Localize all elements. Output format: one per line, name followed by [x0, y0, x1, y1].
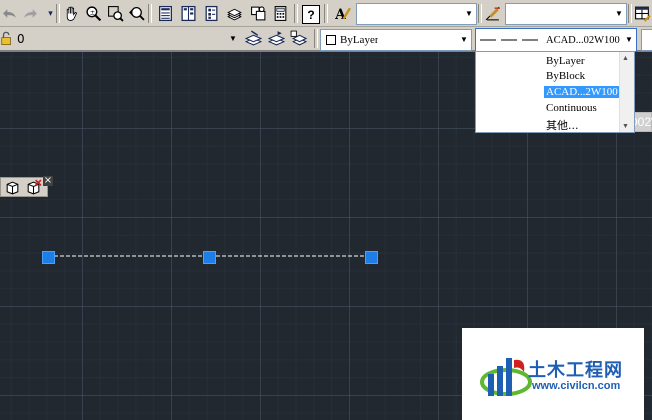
dropdown-item-other[interactable]: 其他...: [476, 116, 621, 132]
properties-toolbar: 0 ▼ ByLayer ▼ ACAD...02W100 ▼: [0, 27, 652, 52]
layer-states-icon[interactable]: [288, 28, 309, 49]
box-3d-icon[interactable]: [4, 179, 21, 196]
svg-text:±: ±: [90, 9, 95, 17]
watermark-title: 土木工程网: [528, 360, 623, 381]
separator: [56, 4, 60, 23]
zoom-previous-icon[interactable]: [126, 3, 147, 24]
scroll-down-icon[interactable]: ▼: [622, 122, 629, 130]
separator: [148, 4, 152, 23]
undo-icon[interactable]: [0, 3, 21, 24]
standard-toolbar: ▾ ± ? A ▼ ▼: [0, 0, 652, 27]
color-select[interactable]: ByLayer ▼: [320, 29, 472, 51]
dropdown-item-continuous[interactable]: Continuous: [476, 101, 621, 116]
watermark-url: www.civilcn.com: [532, 380, 621, 392]
dropdown-scrollbar[interactable]: ▲ ▼: [619, 52, 634, 132]
grip-end[interactable]: [365, 251, 378, 264]
floating-toolbar: ×: [0, 176, 53, 197]
zoom-realtime-icon[interactable]: ±: [83, 3, 104, 24]
chevron-down-icon: ▼: [462, 4, 476, 22]
layer-previous-icon[interactable]: [266, 28, 287, 49]
help-button[interactable]: ?: [302, 5, 320, 24]
site-watermark: 土木工程网 www.civilcn.com: [462, 328, 644, 420]
make-layer-current-icon[interactable]: [243, 28, 264, 49]
dashed-line-preview: [480, 39, 542, 41]
linetype-select[interactable]: ACAD...02W100 ▼: [475, 28, 637, 52]
color-swatch: [326, 35, 336, 45]
dim-style-select[interactable]: ▼: [505, 3, 627, 25]
pan-hand-icon[interactable]: [61, 3, 82, 24]
redo-icon[interactable]: [19, 3, 40, 24]
chevron-down-icon: ▼: [229, 33, 237, 43]
civilcn-logo-icon: [480, 358, 532, 396]
chevron-down-icon: ▼: [457, 30, 471, 48]
text-style-select[interactable]: ▼: [356, 3, 477, 25]
close-icon[interactable]: ×: [43, 176, 53, 186]
chevron-down-icon: ▼: [612, 4, 626, 22]
dim-style-icon[interactable]: [482, 3, 503, 24]
svg-text:A: A: [334, 7, 346, 22]
properties-icon[interactable]: [155, 3, 176, 24]
grip-midpoint[interactable]: [203, 251, 216, 264]
grip-start[interactable]: [42, 251, 55, 264]
layer-select[interactable]: 0 ▼: [12, 29, 240, 49]
remove-box-icon[interactable]: [25, 179, 42, 196]
linetype-dropdown-list[interactable]: ByLayer ByBlock ACAD...2W100 Continuous …: [475, 51, 635, 133]
dropdown-item-bylayer[interactable]: ByLayer: [476, 54, 621, 69]
sheet-set-icon[interactable]: [224, 3, 245, 24]
separator: [324, 4, 328, 23]
chevron-down-icon: ▼: [622, 29, 636, 49]
dropdown-item-byblock[interactable]: ByBlock: [476, 69, 621, 84]
table-style-icon[interactable]: [632, 3, 652, 24]
markup-icon[interactable]: [248, 3, 269, 24]
help-icon: ?: [307, 7, 315, 22]
separator: [294, 4, 298, 23]
dropdown-item-acad-iso02w100[interactable]: ACAD...2W100: [476, 85, 621, 100]
design-center-icon[interactable]: [178, 3, 199, 24]
scroll-up-icon[interactable]: ▲: [622, 54, 629, 62]
separator: [314, 29, 318, 48]
zoom-window-icon[interactable]: [105, 3, 126, 24]
text-style-icon[interactable]: A: [332, 3, 353, 24]
tool-palettes-icon[interactable]: [201, 3, 222, 24]
calculator-icon[interactable]: [270, 3, 291, 24]
lineweight-select[interactable]: [641, 29, 652, 51]
